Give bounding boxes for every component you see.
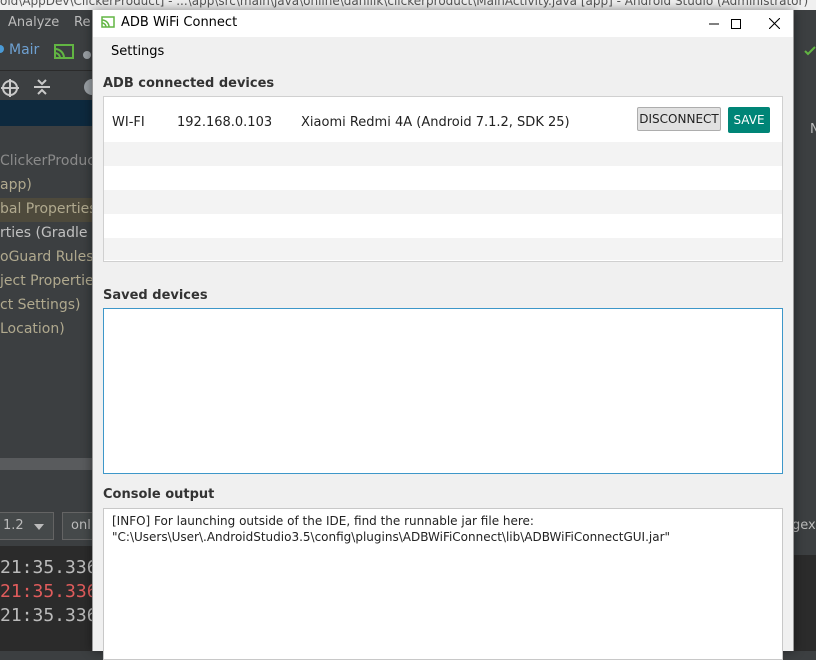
close-icon [768, 18, 780, 29]
ide-toolbar: Mair [0, 38, 92, 70]
tree-item[interactable]: ject Properties [0, 273, 101, 289]
ide-title-bar: oid\AppDev\ClickerProduct] - ...\app\src… [0, 0, 816, 10]
menu-refactor[interactable]: Re [74, 15, 90, 30]
device-row[interactable]: WI-FI 192.168.0.103 Xiaomi Redmi 4A (And… [104, 97, 782, 142]
logcat-toolbar: 1.2 onl [0, 500, 102, 546]
ide-title-text: oid\AppDev\ClickerProduct] - ...\app\src… [0, 0, 809, 8]
dialog-title-bar[interactable]: ADB WiFi Connect [93, 10, 793, 37]
cast-icon [101, 16, 115, 28]
saved-devices-label: Saved devices [103, 288, 208, 303]
dialog-title: ADB WiFi Connect [121, 15, 238, 30]
empty-row [104, 142, 782, 166]
tree-horizontal-scrollbar[interactable] [0, 458, 92, 470]
run-config-icon [0, 45, 4, 53]
dialog-menubar: Settings [93, 40, 793, 64]
tree-item[interactable]: ClickerProduct [0, 153, 100, 169]
project-tree-selection [0, 100, 92, 126]
connected-devices-label: ADB connected devices [103, 76, 275, 91]
device-ip: 192.168.0.103 [177, 115, 273, 130]
connected-devices-list: WI-FI 192.168.0.103 Xiaomi Redmi 4A (And… [103, 96, 783, 262]
saved-devices-list[interactable] [103, 308, 783, 474]
filter-combo-value: onl [71, 518, 91, 533]
chevron-down-icon [34, 524, 44, 530]
gear-icon[interactable] [78, 77, 92, 97]
tree-item[interactable]: app) [0, 177, 32, 193]
empty-row [104, 214, 782, 238]
disconnect-button[interactable]: DISCONNECT [637, 107, 721, 131]
save-button[interactable]: SAVE [728, 107, 770, 133]
device-type: WI-FI [112, 115, 145, 130]
maximize-icon [731, 18, 741, 29]
side-tab-label[interactable]: N [810, 122, 816, 137]
menu-settings[interactable]: Settings [111, 44, 164, 59]
logcat-panel-right [792, 555, 816, 651]
device-combo-value: 1.2 [3, 518, 24, 533]
log-line: 21:35.336 [0, 605, 98, 626]
adb-wifi-dialog: ADB WiFi Connect Settings ADB connected … [92, 10, 794, 660]
close-button[interactable] [751, 10, 797, 37]
check-icon[interactable] [804, 46, 816, 56]
log-line-error: 21:35.336 [0, 581, 98, 602]
collapse-icon[interactable] [34, 78, 50, 96]
empty-row [104, 238, 782, 260]
empty-row [104, 190, 782, 214]
device-combo[interactable]: 1.2 [0, 512, 54, 540]
tree-item[interactable]: ct Settings) [0, 297, 81, 313]
console-line: "C:\Users\User\.AndroidStudio3.5\config\… [112, 530, 671, 544]
console-line: [INFO] For launching outside of the IDE,… [112, 514, 534, 528]
device-name: Xiaomi Redmi 4A (Android 7.1.2, SDK 25) [301, 115, 570, 130]
run-config-label[interactable]: Mair [9, 42, 39, 58]
locate-icon[interactable] [0, 78, 20, 98]
empty-row [104, 166, 782, 190]
tree-item[interactable]: bal Properties [0, 201, 97, 217]
cast-icon[interactable] [53, 44, 75, 60]
log-line: 21:35.336 [0, 557, 98, 578]
menu-analyze[interactable]: Analyze [8, 15, 59, 30]
regex-label[interactable]: gex [792, 518, 816, 533]
tree-item[interactable]: oGuard Rules f [0, 249, 103, 265]
tree-item[interactable]: Location) [0, 321, 65, 337]
gear-icon[interactable] [82, 50, 92, 60]
console-output-label: Console output [103, 487, 215, 502]
ide-project-toolbar [0, 70, 92, 101]
console-output[interactable]: [INFO] For launching outside of the IDE,… [103, 508, 783, 660]
